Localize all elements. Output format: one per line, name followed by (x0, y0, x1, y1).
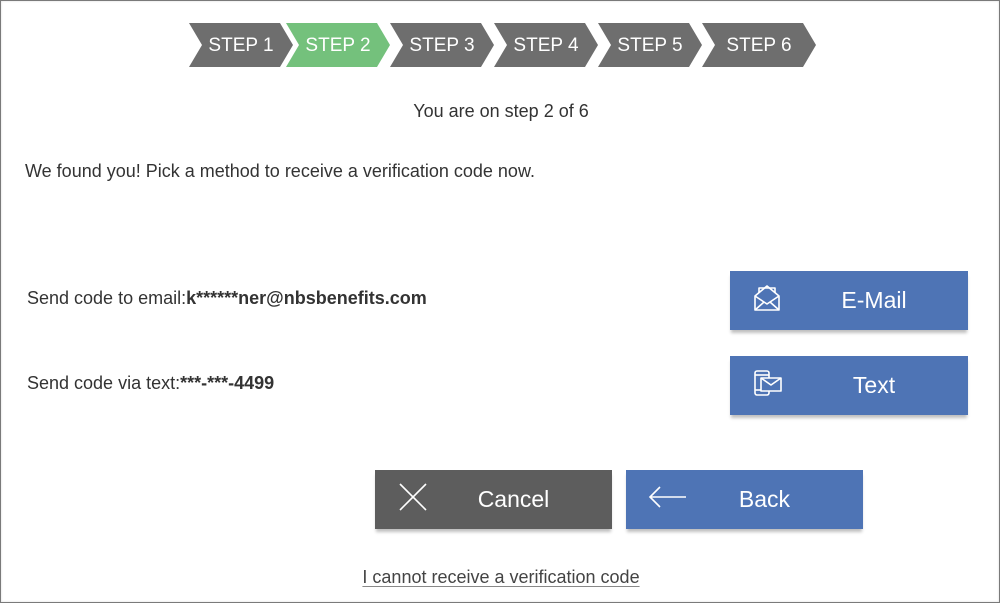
cancel-button-label: Cancel (477, 486, 550, 512)
intro-message: We found you! Pick a method to receive a… (25, 161, 535, 181)
masked-phone-value: ***-***-4499 (180, 373, 275, 393)
back-button-label: Back (738, 486, 791, 512)
email-button-label: E-Mail (841, 287, 907, 313)
verification-panel: STEP 1 STEP 2 STEP 3 STEP 4 STEP 5 STEP … (0, 0, 1000, 603)
step-5[interactable]: STEP 5 (598, 23, 702, 67)
cancel-button[interactable]: Cancel (375, 470, 612, 529)
step-progress-bar: STEP 1 STEP 2 STEP 3 STEP 4 STEP 5 STEP … (189, 23, 816, 67)
step-6-label: STEP 6 (726, 35, 792, 56)
step-1[interactable]: STEP 1 (189, 23, 293, 67)
step-2-current[interactable]: STEP 2 (286, 23, 390, 67)
step-1-label: STEP 1 (208, 35, 274, 56)
step-4[interactable]: STEP 4 (494, 23, 598, 67)
email-method-label: Send code to email: (27, 288, 187, 308)
step-progress-text: You are on step 2 of 6 (413, 101, 589, 121)
step-5-label: STEP 5 (617, 35, 683, 56)
email-method-row: Send code to email:k******ner@nbsbenefit… (27, 288, 427, 309)
step-3[interactable]: STEP 3 (390, 23, 494, 67)
back-button[interactable]: Back (626, 470, 863, 529)
text-method-label: Send code via text: (27, 373, 181, 393)
help-link-row: I cannot receive a verification code (1, 567, 1000, 588)
text-button[interactable]: Text (730, 356, 968, 415)
step-4-label: STEP 4 (513, 35, 579, 56)
step-2-label: STEP 2 (305, 35, 371, 56)
text-button-label: Text (852, 372, 896, 398)
step-3-label: STEP 3 (409, 35, 475, 56)
masked-email-value: k******ner@nbsbenefits.com (186, 288, 427, 308)
step-6[interactable]: STEP 6 (702, 23, 816, 67)
text-method-row: Send code via text:***-***-4499 (27, 373, 274, 394)
cannot-receive-code-link[interactable]: I cannot receive a verification code (362, 567, 639, 587)
email-button[interactable]: E-Mail (730, 271, 968, 330)
